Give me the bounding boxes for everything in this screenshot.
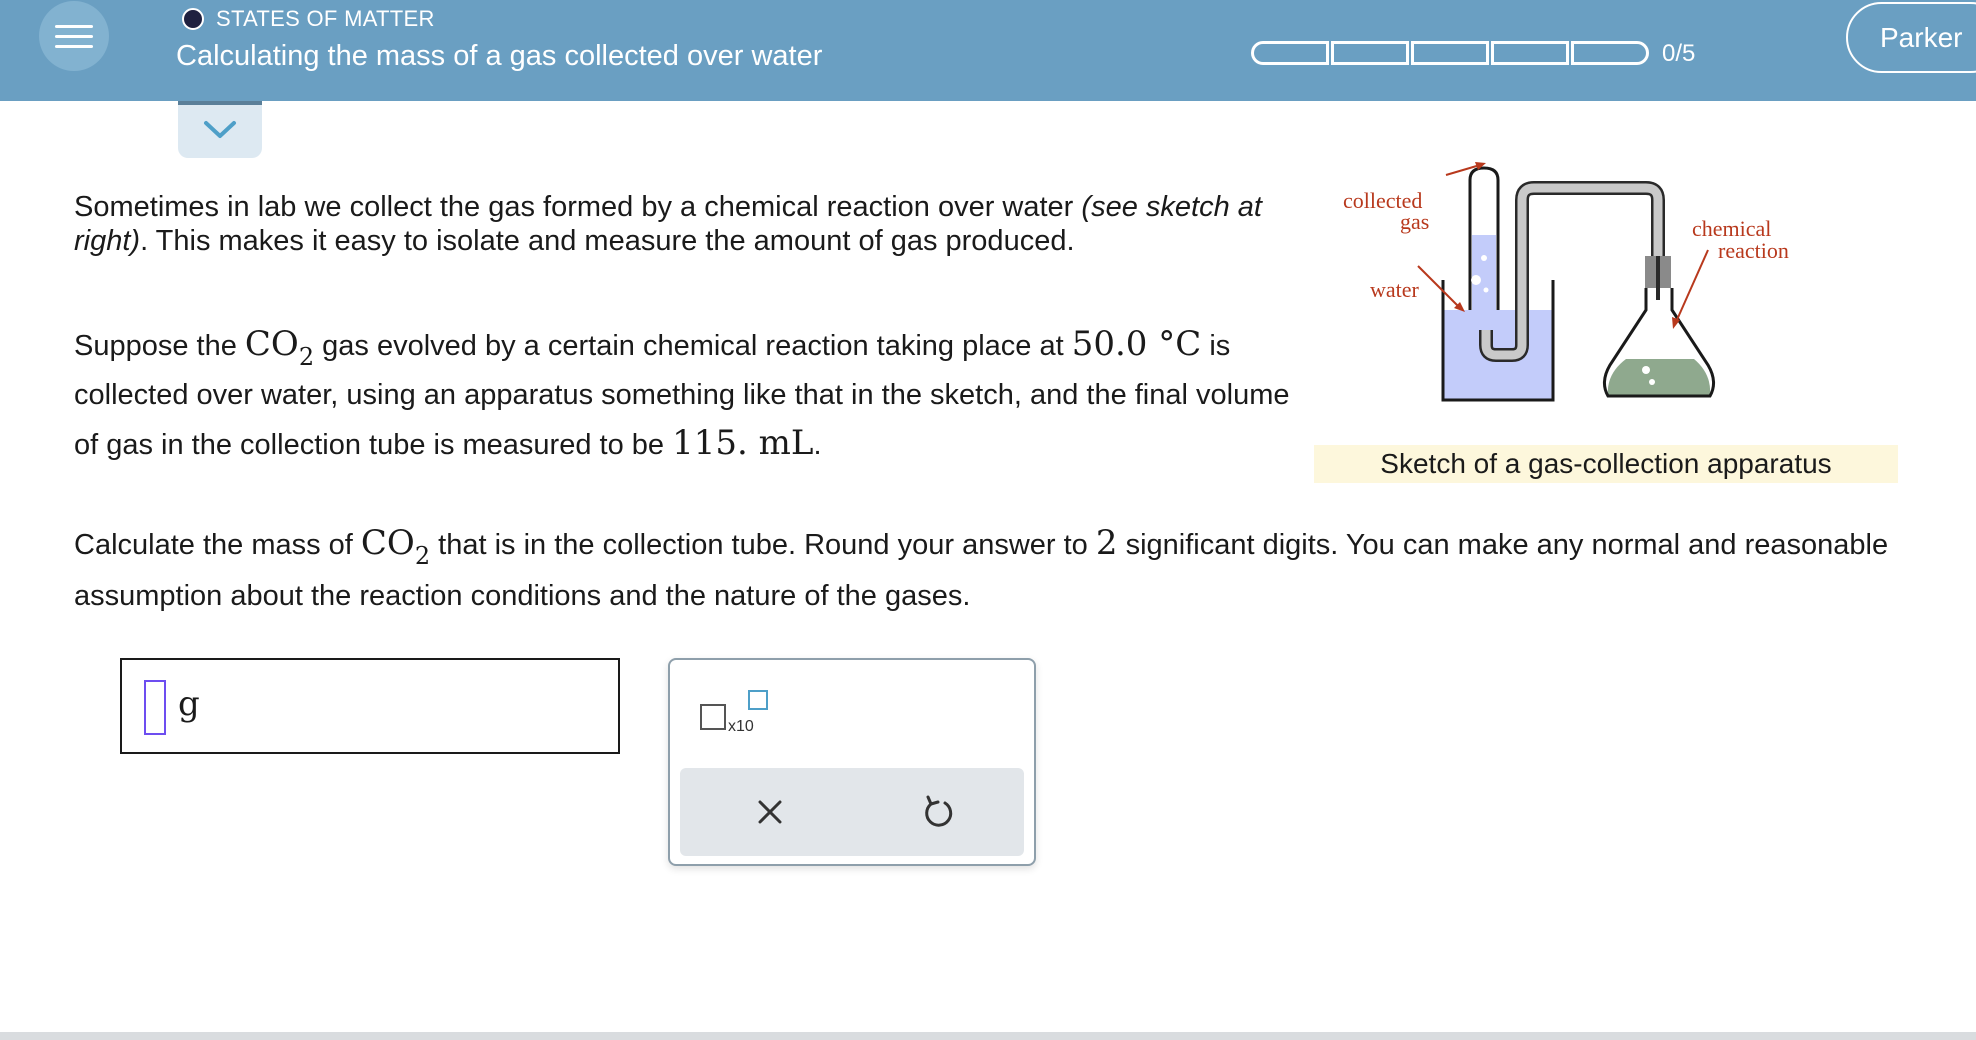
label-water: water [1370, 277, 1420, 302]
hamburger-icon-line [55, 44, 93, 48]
label-reaction: reaction [1718, 238, 1789, 263]
progress-count: 0/5 [1662, 40, 1696, 67]
chevron-down-icon [204, 120, 236, 138]
bottom-divider [0, 1032, 1976, 1040]
gas-collection-sketch: collected gas water chemical reaction [1343, 162, 1789, 402]
intro-text-end: . This makes it easy to isolate and meas… [140, 225, 1075, 257]
formula-text: CO [244, 324, 299, 364]
question-text: that is in the collection tube. Round yo… [430, 529, 1096, 561]
topic-dot-icon [182, 8, 204, 30]
sig-figs-value: 2 [1095, 523, 1118, 563]
undo-button[interactable] [918, 792, 958, 832]
page-title: Calculating the mass of a gas collected … [176, 40, 823, 72]
temperature-value: 50.0 °C [1071, 324, 1202, 364]
figure-caption: Sketch of a gas-collection apparatus [1314, 445, 1898, 483]
clear-button[interactable] [750, 792, 790, 832]
intro-text: Sometimes in lab we collect the gas form… [74, 191, 1082, 223]
scenario-paragraph: Suppose the CO2 gas evolved by a certain… [74, 320, 1314, 469]
progress-segment [1491, 41, 1569, 65]
answer-input[interactable] [144, 680, 166, 735]
menu-button[interactable] [39, 1, 109, 71]
bubble [1642, 366, 1650, 374]
progress-segment [1251, 41, 1329, 65]
math-tool-panel: x10 [668, 658, 1036, 866]
bubble [1649, 379, 1655, 385]
progress-bar [1251, 41, 1649, 65]
sci-x10-label: x10 [728, 718, 754, 735]
hamburger-icon-line [55, 34, 93, 38]
arrow-water [1417, 265, 1461, 309]
answer-field[interactable]: g [120, 658, 620, 754]
hamburger-icon [55, 24, 93, 28]
scenario-text: . [813, 429, 822, 461]
progress-segment [1571, 41, 1649, 65]
gas-formula: CO2 [360, 523, 430, 570]
scientific-notation-button[interactable]: x10 [700, 688, 780, 738]
user-button[interactable]: Parker [1846, 2, 1976, 73]
bubble [1483, 287, 1489, 293]
sci-exponent-box [748, 690, 768, 710]
formula-subscript: 2 [298, 343, 315, 371]
bubble [1481, 255, 1487, 261]
label-gas: gas [1400, 209, 1429, 234]
sci-base-box [700, 704, 726, 730]
undo-icon [925, 795, 953, 827]
topic-text: STATES OF MATTER [216, 6, 435, 31]
arrow-reaction [1675, 249, 1709, 323]
scenario-text: Suppose the [74, 330, 245, 362]
topic-label: STATES OF MATTER [182, 6, 435, 32]
intro-paragraph: Sometimes in lab we collect the gas form… [74, 190, 1274, 258]
progress-segment [1411, 41, 1489, 65]
reaction-liquid [1607, 359, 1711, 396]
tube-water [1472, 235, 1496, 310]
x-icon [758, 800, 782, 824]
gas-formula: CO2 [244, 324, 314, 371]
top-bar: STATES OF MATTER Calculating the mass of… [0, 0, 1976, 101]
formula-text: CO [360, 523, 415, 563]
formula-subscript: 2 [414, 542, 431, 570]
question-paragraph: Calculate the mass of CO2 that is in the… [74, 518, 1914, 621]
progress-segment [1331, 41, 1409, 65]
question-text: Calculate the mass of [74, 529, 361, 561]
scenario-text: gas evolved by a certain chemical reacti… [314, 330, 1072, 362]
answer-unit: g [178, 684, 200, 724]
volume-value: 115. mL [672, 423, 814, 463]
tool-actions [680, 768, 1024, 856]
collapse-button[interactable] [178, 101, 262, 158]
bubble [1471, 275, 1481, 285]
